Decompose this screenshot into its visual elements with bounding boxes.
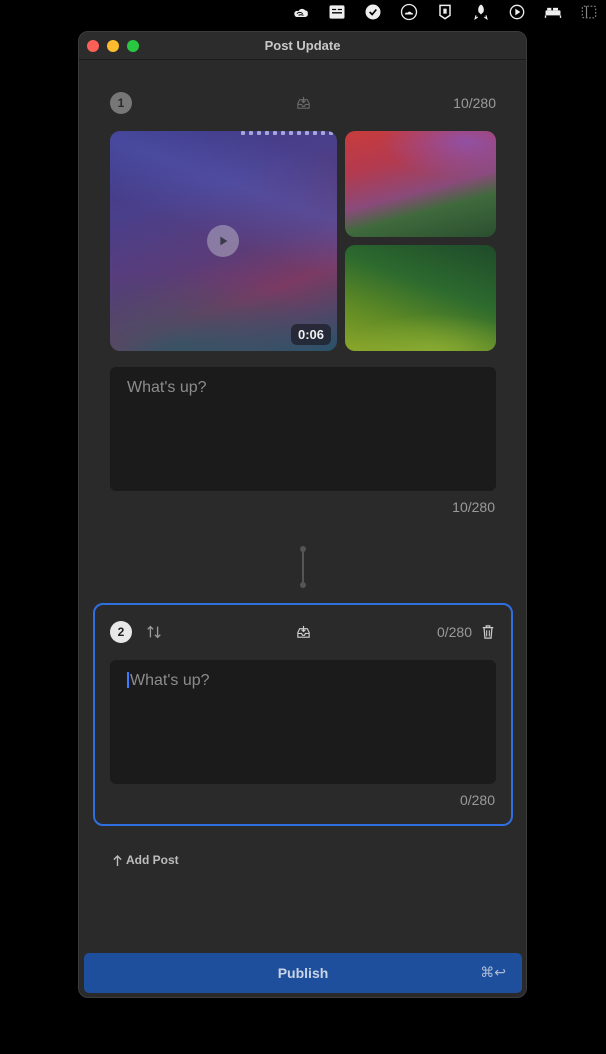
- inbox-tray-icon[interactable]: [294, 94, 312, 112]
- post-number-badge[interactable]: 1: [110, 92, 132, 114]
- media-grid: 0:06: [110, 131, 496, 351]
- inbox-tray-icon[interactable]: [294, 623, 312, 641]
- trash-icon[interactable]: [480, 623, 496, 641]
- window-dots-icon[interactable]: [578, 1, 600, 23]
- post-update-window: Post Update 1 10/280 0:06 What's up? 10/…: [78, 31, 527, 998]
- video-toolbar-strip: [241, 131, 333, 136]
- checkmark-circle-icon[interactable]: [362, 1, 384, 23]
- shield-tag-icon[interactable]: [434, 1, 456, 23]
- post-1-header: 1 10/280: [110, 91, 496, 115]
- thread-connector: [300, 546, 306, 588]
- compose-placeholder: What's up?: [127, 379, 207, 396]
- arrow-up-icon: [113, 854, 122, 866]
- reorder-arrows-icon[interactable]: [144, 622, 164, 642]
- character-counter: 0/280: [436, 624, 472, 640]
- cloud-icon[interactable]: [398, 1, 420, 23]
- text-caret: [127, 672, 129, 688]
- play-circle-icon[interactable]: [506, 1, 528, 23]
- bed-icon[interactable]: [542, 1, 564, 23]
- character-counter: 10/280: [452, 499, 495, 515]
- play-icon[interactable]: [207, 225, 239, 257]
- add-post-label: Add Post: [126, 853, 179, 867]
- cloud-swirl-icon[interactable]: [290, 1, 312, 23]
- video-duration-badge: 0:06: [290, 324, 331, 345]
- post-number-badge[interactable]: 2: [110, 621, 132, 643]
- post-1-text-input[interactable]: What's up?: [110, 367, 496, 491]
- image-thumbnail-1[interactable]: [345, 131, 496, 237]
- maximize-button[interactable]: [127, 39, 139, 52]
- keyboard-shortcut-hint: ⌘↩: [480, 964, 506, 980]
- traffic-lights: [79, 39, 139, 52]
- close-button[interactable]: [87, 39, 99, 52]
- rocket-icon[interactable]: [470, 1, 492, 23]
- window-title: Post Update: [264, 38, 341, 53]
- menu-bar: [290, 0, 606, 24]
- character-counter: 10/280: [453, 95, 496, 111]
- finder-like-icon[interactable]: [326, 1, 348, 23]
- video-thumbnail[interactable]: 0:06: [110, 131, 337, 351]
- publish-button[interactable]: Publish ⌘↩: [84, 953, 522, 993]
- minimize-button[interactable]: [107, 39, 119, 52]
- image-thumbnail-2[interactable]: [345, 245, 496, 351]
- title-bar: Post Update: [79, 32, 526, 60]
- add-post-button[interactable]: Add Post: [112, 853, 179, 867]
- publish-label: Publish: [277, 965, 329, 981]
- post-2-text-input[interactable]: What's up?: [110, 660, 496, 784]
- character-counter: 0/280: [459, 792, 495, 808]
- compose-placeholder: What's up?: [130, 672, 210, 689]
- post-2-header: 2 0/280: [110, 620, 496, 644]
